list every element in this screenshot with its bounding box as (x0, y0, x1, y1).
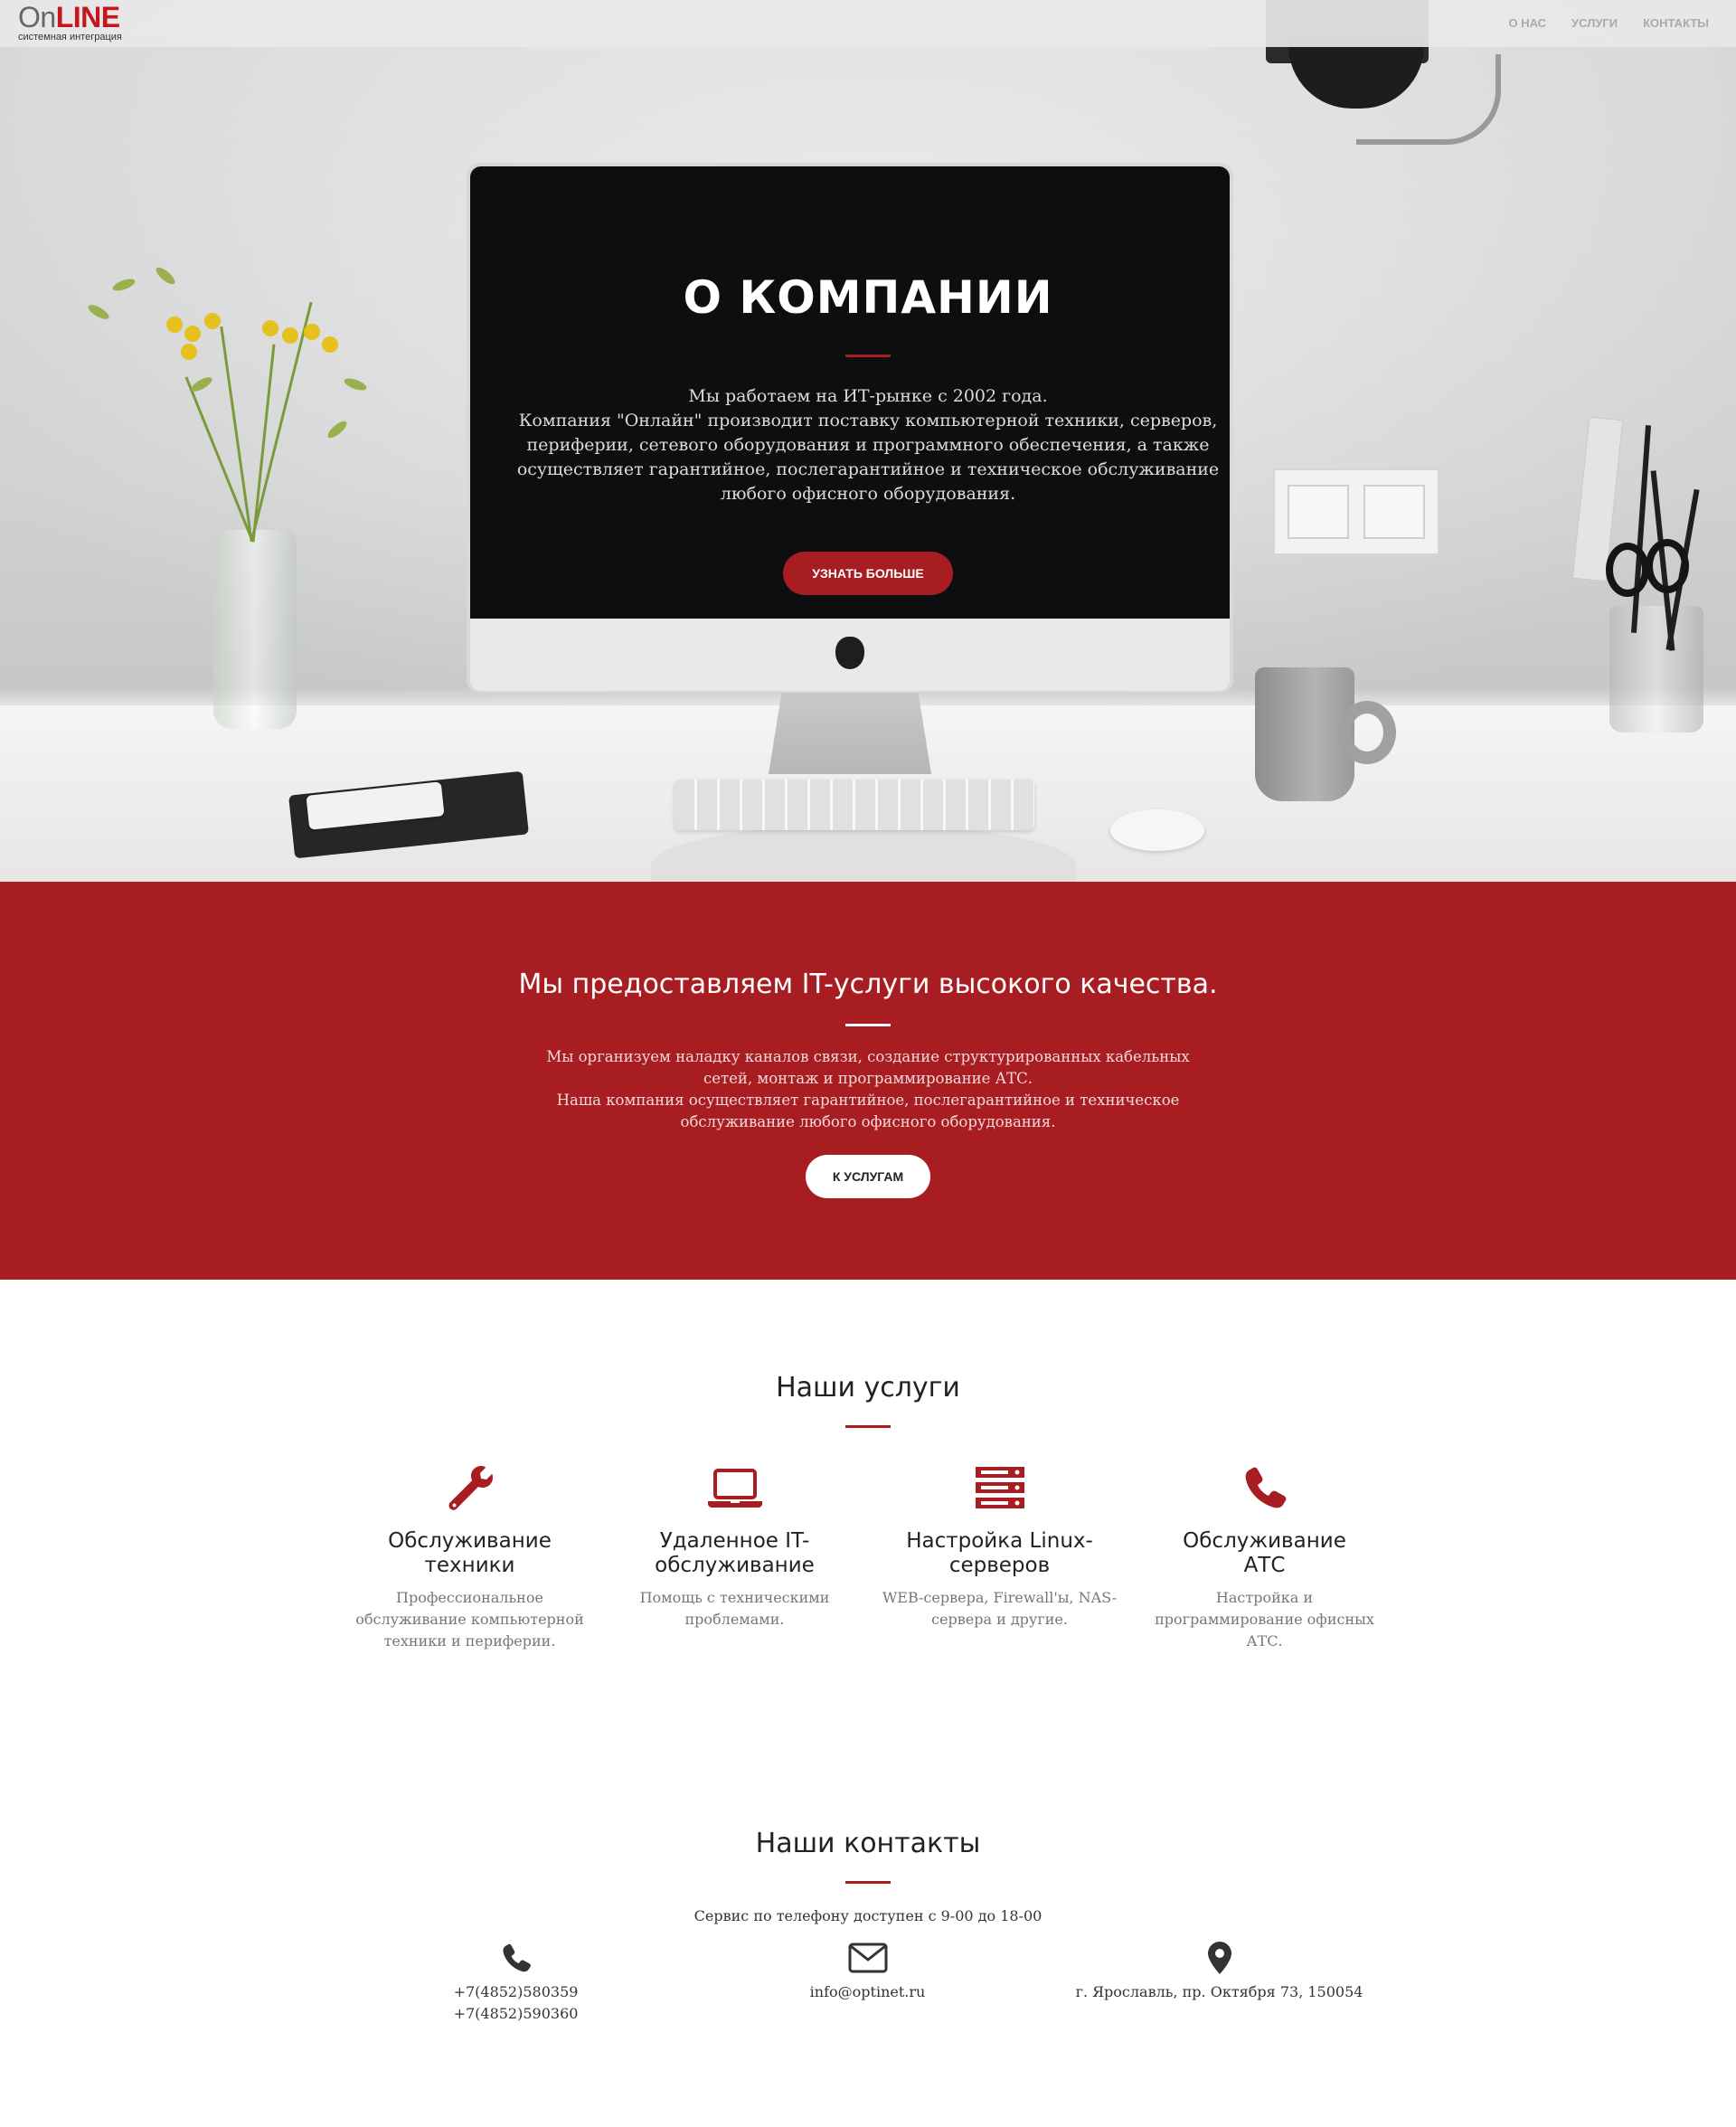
lamp-arm-image (1356, 54, 1501, 145)
phone-icon (1132, 1461, 1397, 1515)
nav-links: О нас Услуги Контакты (1495, 16, 1722, 30)
about-description: Мы организуем наладку каналов связи, соз… (533, 1046, 1203, 1133)
contact-email: info@optinet.ru (692, 1940, 1043, 2025)
hero-title: О компании (683, 271, 1053, 324)
learn-more-button[interactable]: Узнать больше (783, 552, 953, 595)
wall-switch-image (1273, 468, 1439, 555)
logo[interactable]: OnLINE системная интеграция (18, 1, 154, 43)
service-card: Обслуживание АТС Настройка и программиро… (1132, 1461, 1397, 1652)
about-divider (845, 1024, 891, 1026)
vase-image (213, 530, 297, 729)
service-description: WEB-сервера, Firewall'ы, NAS-сервера и д… (882, 1589, 1118, 1628)
about-text-line: Мы организуем наладку каналов связи, соз… (546, 1048, 1190, 1065)
envelope-icon (692, 1940, 1043, 1976)
logo-on: On (18, 1, 56, 33)
service-description: Профессиональное обслуживание компьютерн… (355, 1589, 584, 1650)
service-description: Настройка и программирование офисных АТС… (1155, 1589, 1374, 1650)
hero-text-line: любого офисного оборудования. (720, 484, 1016, 504)
phone-icon (340, 1940, 692, 1976)
service-title: Обслуживание АТС (1183, 1529, 1346, 1577)
map-marker-icon (1043, 1940, 1395, 1976)
logo-tagline: системная интеграция (18, 32, 122, 43)
hero-divider (845, 354, 891, 357)
services-section: Наши услуги Обслуживание техники Професс… (0, 1280, 1736, 1759)
contacts-title: Наши контакты (755, 1828, 981, 1859)
logo-line: LINE (55, 1, 120, 33)
service-card: Обслуживание техники Профессиональное об… (337, 1461, 602, 1652)
nav-item-contacts[interactable]: Контакты (1630, 16, 1722, 30)
services-grid: Обслуживание техники Профессиональное об… (337, 1461, 1399, 1652)
hero-content: О компании Мы работаем на ИТ-рынке с 200… (506, 271, 1230, 595)
pen-cup-image (1609, 606, 1703, 733)
about-section: Мы предоставляем IT-услуги высокого каче… (0, 882, 1736, 1280)
service-description: Помощь с техническими проблемами. (639, 1589, 830, 1628)
nav-item-services[interactable]: Услуги (1559, 16, 1630, 30)
hero-text-line: Компания "Онлайн" производит поставку ко… (518, 411, 1218, 430)
mug-handle-image (1338, 701, 1396, 764)
services-divider (845, 1425, 891, 1428)
service-card: Удаленное IT-обслуживание Помощь с техни… (602, 1461, 867, 1652)
contacts-section: Наши контакты Сервис по телефону доступе… (0, 1759, 1736, 2127)
address-text: г. Ярославль, пр. Октября 73, 150054 (1075, 1983, 1363, 2000)
about-text-line: Наша компания осуществляет гарантийное, … (556, 1092, 1180, 1109)
server-icon (867, 1461, 1132, 1515)
wrench-icon (337, 1461, 602, 1515)
email-link[interactable]: info@optinet.ru (692, 1981, 1043, 2003)
mouse-image (1110, 809, 1204, 851)
contact-phone: +7(4852)580359 +7(4852)590360 (340, 1940, 692, 2025)
nav-item-about[interactable]: О нас (1495, 16, 1559, 30)
phone-number[interactable]: +7(4852)590360 (340, 2003, 692, 2025)
contacts-divider (845, 1881, 891, 1884)
hero-text-line: периферии, сетевого оборудования и прогр… (526, 435, 1210, 455)
laptop-icon (602, 1461, 867, 1515)
services-title: Наши услуги (776, 1372, 960, 1404)
contact-address: г. Ярославль, пр. Октября 73, 150054 (1043, 1940, 1395, 2025)
apple-logo-icon (835, 637, 864, 669)
service-card: Настройка Linux-серверов WEB-сервера, Fi… (867, 1461, 1132, 1652)
contacts-hours: Сервис по телефону доступен с 9-00 до 18… (693, 1907, 1043, 1924)
contacts-grid: +7(4852)580359 +7(4852)590360 info@optin… (340, 1940, 1396, 2025)
navbar: OnLINE системная интеграция О нас Услуги… (0, 0, 1736, 47)
service-title: Обслуживание техники (388, 1529, 552, 1577)
to-services-button[interactable]: К услугам (805, 1155, 931, 1198)
hero-section: О компании Мы работаем на ИТ-рынке с 200… (0, 0, 1736, 882)
keyboard-image (675, 780, 1034, 830)
hero-description: Мы работаем на ИТ-рынке с 2002 года. Ком… (506, 384, 1230, 506)
monitor-stand (769, 693, 931, 774)
hero-text-line: осуществляет гарантийное, послегарантийн… (516, 459, 1220, 479)
hero-text-line: Мы работаем на ИТ-рынке с 2002 года. (688, 386, 1048, 406)
service-title: Удаленное IT-обслуживание (655, 1529, 815, 1577)
about-text-line: сетей, монтаж и программирование АТС. (703, 1070, 1033, 1087)
service-title: Настройка Linux-серверов (906, 1529, 1093, 1577)
logo-wordmark: OnLINE (18, 1, 154, 33)
phone-number[interactable]: +7(4852)580359 (340, 1981, 692, 2003)
about-text-line: обслуживание любого офисного оборудовани… (680, 1113, 1056, 1130)
about-title: Мы предоставляем IT-услуги высокого каче… (518, 969, 1218, 1000)
